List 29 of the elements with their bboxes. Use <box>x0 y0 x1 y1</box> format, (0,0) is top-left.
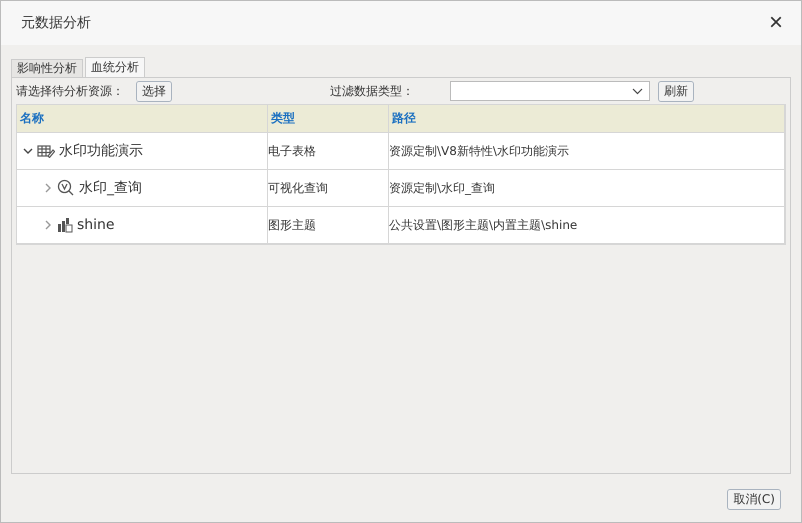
table-edit-icon <box>37 144 55 158</box>
magnifier-icon <box>57 179 75 197</box>
resource-name[interactable]: 水印_查询 <box>79 179 142 197</box>
column-header: 名称 <box>17 105 268 133</box>
resource-name[interactable]: shine <box>77 217 115 233</box>
expand-icon[interactable] <box>43 220 53 230</box>
caret-icon <box>632 88 643 94</box>
expand-icon[interactable] <box>43 183 53 193</box>
refresh-button[interactable]: 刷新 <box>658 80 694 102</box>
filter-label: 过滤数据类型： <box>330 82 414 100</box>
type-dropdown[interactable] <box>450 81 650 101</box>
column-header: 类型 <box>268 105 389 133</box>
table-cell: 资源定制\水印_查询 <box>389 170 785 207</box>
collapse-icon[interactable] <box>23 146 33 156</box>
close-button[interactable]: × <box>764 11 787 35</box>
cancel-button[interactable]: 取消(C) <box>727 488 781 510</box>
tab[interactable]: 影响性分析 <box>11 59 83 77</box>
table-cell: 可视化查询 <box>268 170 389 207</box>
resource-label: 请选择待分析资源： <box>16 82 124 100</box>
table-cell: 资源定制\V8新特性\水印功能演示 <box>389 133 785 170</box>
table-cell: 电子表格 <box>268 133 389 170</box>
column-header: 路径 <box>389 105 785 133</box>
table-cell: 公共设置\图形主题\内置主题\shine <box>389 207 785 244</box>
tab[interactable]: 血统分析 <box>85 57 145 77</box>
select-button[interactable]: 选择 <box>136 80 172 102</box>
window-title: 元数据分析 <box>21 14 91 32</box>
resource-name[interactable]: 水印功能演示 <box>59 142 143 160</box>
bar-chart-icon <box>57 217 73 233</box>
table-cell: 图形主题 <box>268 207 389 244</box>
